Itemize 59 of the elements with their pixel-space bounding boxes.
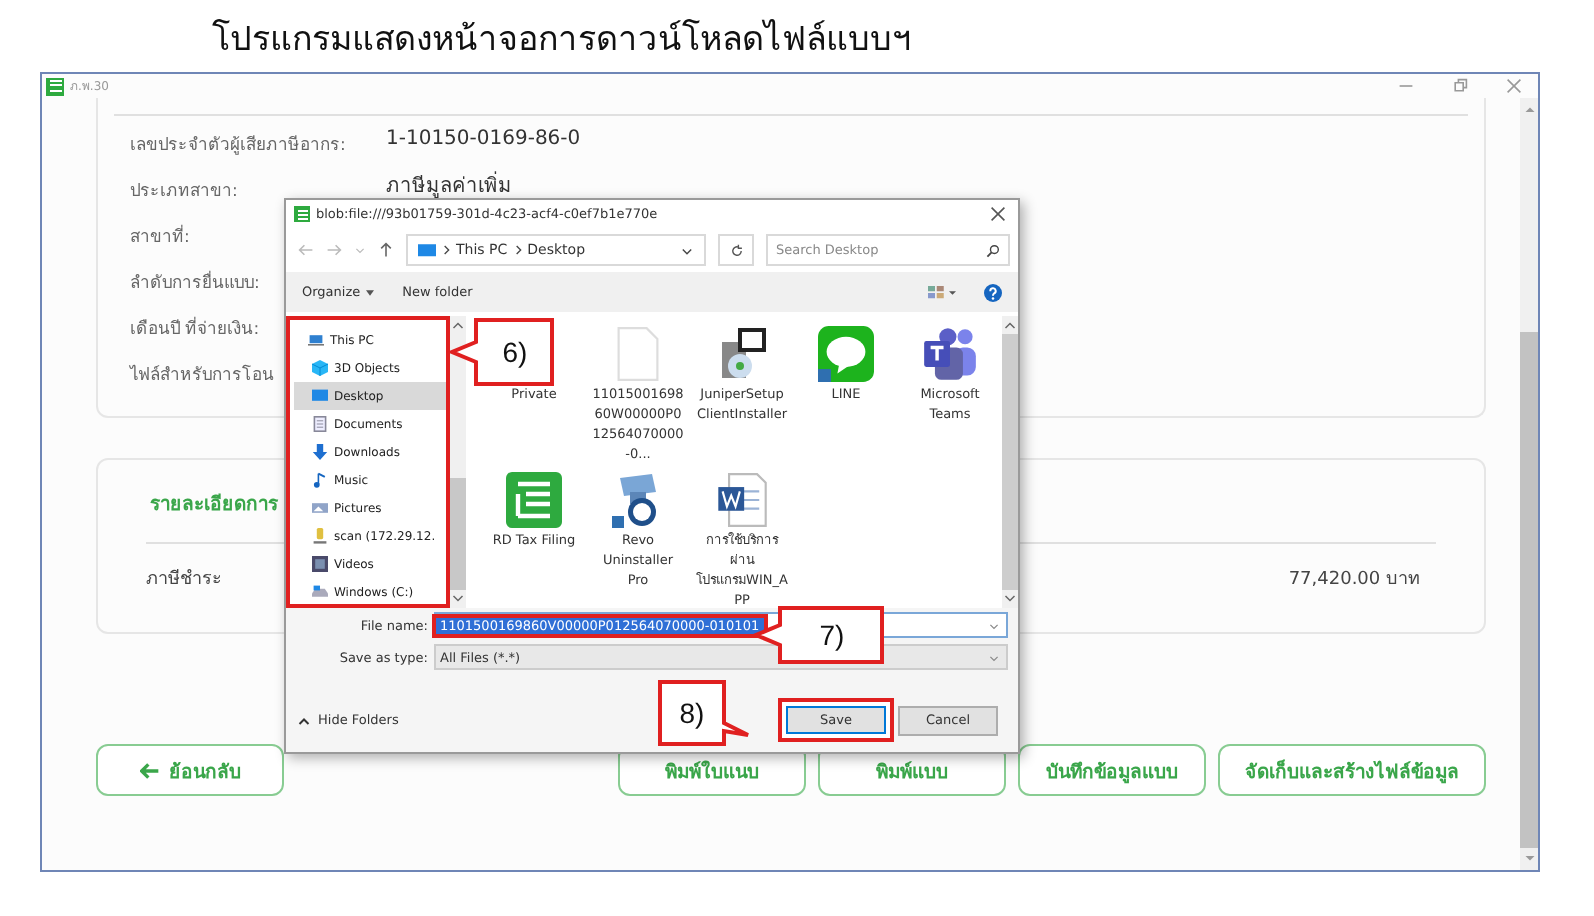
music-note-icon [312, 472, 328, 488]
close-icon[interactable] [990, 206, 1006, 222]
left-arrow-icon [139, 761, 159, 779]
field-value: ภาษีมูลค่าเพิ่ม [386, 170, 512, 200]
word-document-icon [714, 472, 770, 528]
field-label: สาขาที่: [130, 228, 190, 248]
field-label: ภาษีชำระ [146, 567, 222, 592]
scroll-up-icon[interactable] [1004, 320, 1016, 330]
pictures-icon [312, 500, 328, 516]
field-label: ไฟล์สำหรับการโอน [130, 366, 274, 386]
chevron-right-icon [513, 244, 522, 256]
search-icon [986, 243, 1000, 257]
field-value: 1-10150-0169-86-0 [386, 128, 581, 150]
scroll-thumb[interactable] [1520, 332, 1538, 848]
chevron-right-icon [442, 244, 450, 256]
field-label: ประเภทสาขา: [130, 182, 238, 202]
network-drive-icon [312, 528, 328, 544]
app-logo-icon [294, 206, 310, 222]
monitor-icon [418, 243, 436, 257]
callout-label: 8) [658, 680, 750, 746]
video-icon [312, 556, 328, 572]
chat-bubble-app-icon [818, 326, 874, 382]
scrollbar[interactable] [1520, 98, 1538, 870]
desktop-icon [312, 388, 328, 404]
field-label: ลำดับการยื่นแบบ: [130, 274, 260, 294]
up-arrow-icon[interactable] [378, 242, 394, 258]
chevron-down-icon [988, 651, 1000, 663]
page-heading: โปรแกรมแสดงหน้าจอการดาวน์โหลดไฟล์แบบฯ [212, 17, 912, 63]
forward-arrow-icon[interactable] [326, 242, 342, 258]
drive-icon [312, 584, 328, 600]
chevron-down-icon [988, 619, 1000, 631]
computer-icon [308, 332, 324, 348]
scroll-down-icon[interactable] [1523, 854, 1535, 864]
refresh-icon [729, 243, 743, 257]
app-logo-icon [46, 77, 64, 95]
cube-icon [312, 360, 328, 376]
scroll-up-icon[interactable] [1523, 104, 1535, 114]
download-icon [312, 444, 328, 460]
field-label: เดือนปี ที่จ่ายเงิน: [130, 320, 260, 340]
caret-icon [366, 289, 375, 295]
callout-label: 6) [450, 318, 554, 386]
restore-icon[interactable] [1452, 78, 1468, 94]
refresh-button[interactable] [718, 234, 754, 266]
chevron-down-icon[interactable] [680, 243, 694, 257]
document-icon [312, 416, 328, 432]
amount-value: 77,420.00 บาท [1288, 568, 1420, 592]
team-app-icon [922, 326, 978, 382]
scrollbar[interactable] [450, 316, 466, 608]
caret-up-icon [298, 715, 310, 725]
back-arrow-icon[interactable] [298, 242, 314, 258]
scroll-down-icon[interactable] [452, 594, 464, 604]
scroll-thumb[interactable] [450, 478, 466, 590]
scroll-up-icon[interactable] [452, 320, 464, 330]
filing-app-icon [506, 472, 562, 528]
section-title: รายละเอียดการ [150, 491, 278, 518]
help-icon[interactable] [984, 283, 1002, 301]
view-options-icon[interactable] [928, 285, 956, 299]
scroll-down-icon[interactable] [1004, 594, 1016, 604]
field-label: เลขประจำตัวผู้เสียภาษีอากร: [130, 136, 346, 156]
